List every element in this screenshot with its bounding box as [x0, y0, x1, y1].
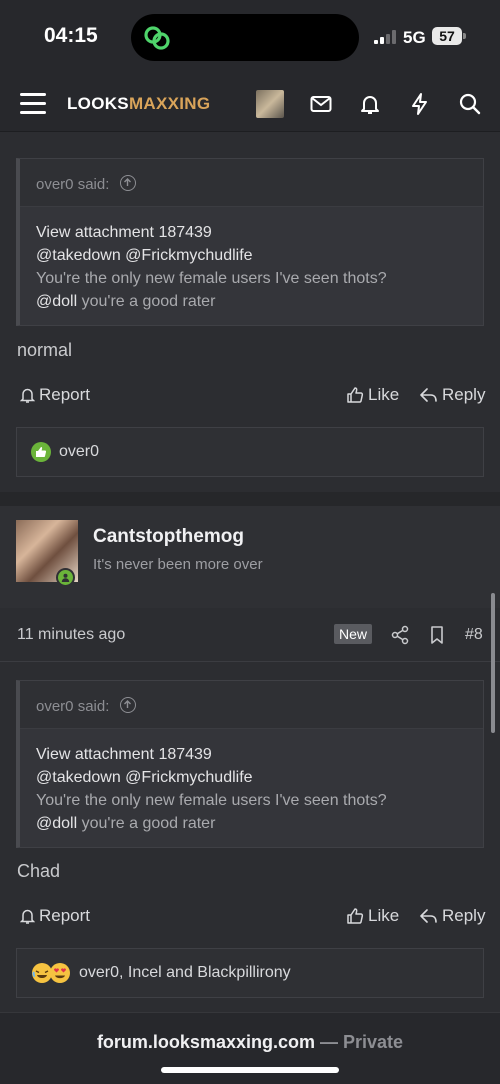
battery-tip	[463, 33, 466, 39]
status-bar: 04:15 5G 57	[0, 0, 500, 78]
search-icon[interactable]	[458, 92, 482, 116]
post-meta: 11 minutes ago New #8	[0, 608, 500, 662]
mail-icon[interactable]	[309, 92, 333, 116]
link-icon	[144, 26, 170, 50]
like-reaction-icon	[31, 442, 51, 462]
signal-icon	[374, 30, 396, 44]
reactions-bar[interactable]: over0, Incel and Blackpillirony	[16, 948, 484, 998]
reactions-users: over0	[59, 443, 100, 460]
reply-button[interactable]: Reply	[420, 385, 485, 405]
post-2-user-header: Cantstopthemog It's never been more over	[0, 506, 500, 618]
quote-line-rest: you're a good rater	[77, 815, 216, 832]
browser-url-bar[interactable]: forum.looksmaxxing.com — Private	[0, 1012, 500, 1084]
post-1-quote: over0 said: View attachment 187439 @take…	[16, 158, 484, 326]
arrow-up-icon[interactable]	[119, 175, 136, 191]
home-indicator[interactable]	[161, 1067, 339, 1073]
logo-part-b: MAXXING	[128, 94, 211, 113]
mention-link[interactable]: @doll	[36, 815, 77, 832]
post-2-quote: over0 said: View attachment 187439 @take…	[16, 680, 484, 848]
thumbs-up-icon	[347, 387, 364, 403]
reactions-users: over0, Incel and Blackpillirony	[79, 964, 291, 981]
menu-icon[interactable]	[20, 93, 46, 115]
network-label: 5G	[403, 28, 426, 47]
post-number[interactable]: #8	[465, 626, 483, 644]
bell-icon	[20, 388, 35, 403]
reactions-bar[interactable]: over0	[16, 427, 484, 477]
bell-icon[interactable]	[358, 92, 382, 116]
like-label: Like	[368, 906, 400, 925]
dynamic-island	[131, 14, 359, 61]
status-time: 04:15	[44, 24, 98, 47]
new-badge: New	[334, 624, 373, 644]
quote-line[interactable]: View attachment 187439	[36, 743, 483, 766]
reaction-emojis	[31, 962, 71, 984]
share-icon[interactable]	[390, 625, 410, 645]
top-nav: LOOKSMAXXING	[0, 78, 500, 132]
quote-author: over0 said:	[36, 698, 110, 715]
post-actions: Report Like Reply	[0, 906, 500, 930]
quote-header[interactable]: over0 said:	[20, 159, 483, 207]
user-avatar[interactable]	[256, 90, 284, 118]
heart-eyes-emoji-icon	[50, 963, 70, 983]
quote-line: You're the only new female users I've se…	[36, 792, 387, 809]
post-separator	[0, 492, 500, 506]
like-button[interactable]: Like	[346, 385, 399, 405]
arrow-up-icon[interactable]	[119, 697, 136, 713]
online-indicator	[56, 568, 75, 587]
thread-content: over0 said: View attachment 187439 @take…	[0, 132, 500, 1012]
reply-icon	[420, 388, 437, 402]
quote-line[interactable]: @takedown @Frickmychudlife	[36, 766, 483, 789]
thumbs-up-icon	[347, 908, 364, 924]
bookmark-icon[interactable]	[427, 625, 447, 645]
report-button[interactable]: Report	[20, 906, 90, 926]
logo-part-a: LOOKS	[67, 94, 129, 113]
post-1: over0 said: View attachment 187439 @take…	[0, 132, 500, 492]
post-message: Chad	[17, 861, 61, 881]
site-logo[interactable]: LOOKSMAXXING	[67, 94, 210, 114]
quote-body: View attachment 187439 @takedown @Frickm…	[20, 207, 483, 313]
mention-link[interactable]: @doll	[36, 293, 77, 310]
quote-line[interactable]: @takedown @Frickmychudlife	[36, 244, 483, 267]
url-sep: —	[315, 1032, 344, 1052]
reply-icon	[420, 909, 437, 923]
quote-line[interactable]: View attachment 187439	[36, 221, 483, 244]
post-2: 11 minutes ago New #8 over0 said: View a…	[0, 608, 500, 1012]
bell-icon	[20, 909, 35, 924]
username[interactable]: Cantstopthemog	[93, 526, 244, 548]
quote-body: View attachment 187439 @takedown @Frickm…	[20, 729, 483, 835]
scrollbar[interactable]	[491, 593, 495, 733]
private-label: Private	[343, 1032, 404, 1052]
reply-button[interactable]: Reply	[420, 906, 485, 926]
quote-line-rest: you're a good rater	[77, 293, 216, 310]
reply-label: Reply	[442, 906, 486, 925]
like-button[interactable]: Like	[346, 906, 399, 926]
bolt-icon[interactable]	[408, 92, 432, 116]
post-actions: Report Like Reply	[0, 385, 500, 409]
post-message: normal	[17, 340, 73, 360]
url-domain: forum.looksmaxxing.com	[96, 1032, 315, 1052]
user-title: It's never been more over	[93, 556, 263, 573]
report-button[interactable]: Report	[20, 385, 90, 405]
reply-label: Reply	[442, 385, 486, 404]
user-icon	[61, 573, 70, 582]
url-text[interactable]: forum.looksmaxxing.com — Private	[0, 1032, 500, 1053]
quote-author: over0 said:	[36, 176, 110, 193]
like-label: Like	[368, 385, 400, 404]
battery-icon: 57	[432, 27, 462, 45]
quote-line: You're the only new female users I've se…	[36, 270, 387, 287]
report-label: Report	[39, 906, 91, 925]
quote-header[interactable]: over0 said:	[20, 681, 483, 729]
post-time[interactable]: 11 minutes ago	[17, 626, 125, 644]
report-label: Report	[39, 385, 91, 404]
